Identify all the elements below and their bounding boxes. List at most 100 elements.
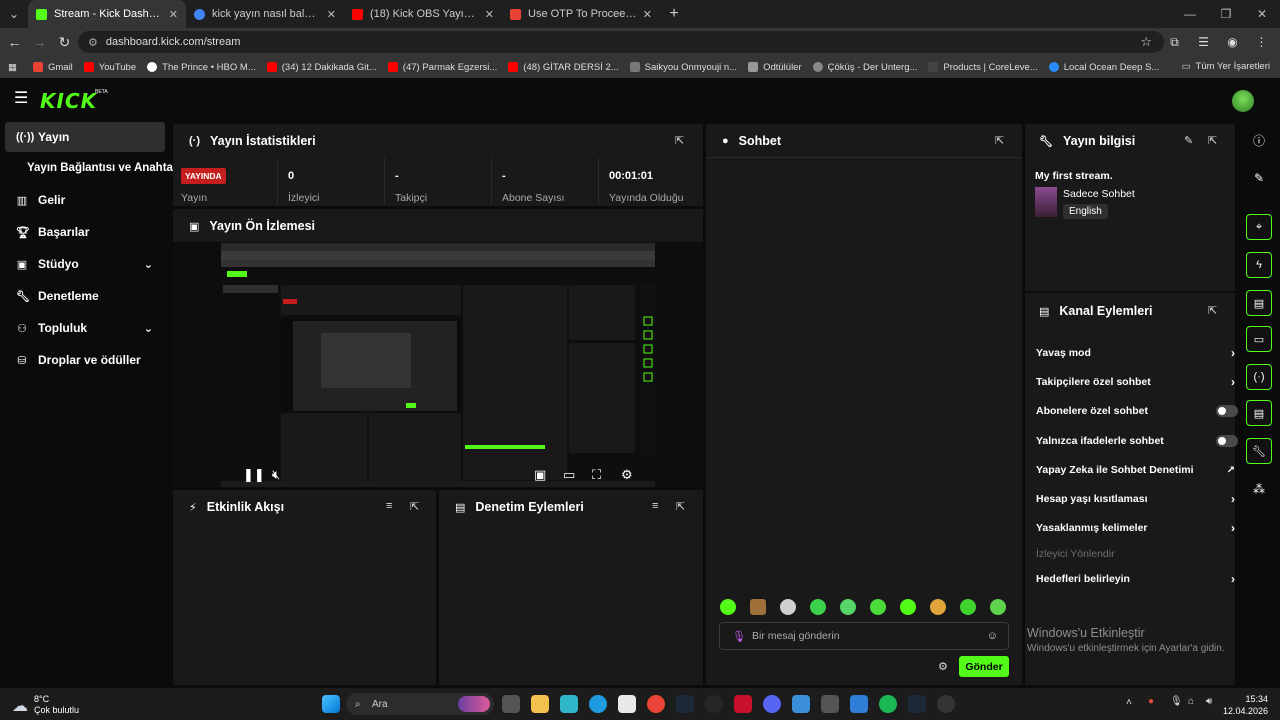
copilot-icon[interactable] xyxy=(560,695,578,713)
microphone-icon[interactable]: 🎙︎ xyxy=(1170,696,1183,707)
filter-icon[interactable]: ≡ xyxy=(386,500,392,512)
settings-gear-icon[interactable]: ⚙ xyxy=(621,467,633,483)
bookmark-item[interactable]: Products | CoreLeve... xyxy=(928,62,1038,73)
store-icon[interactable] xyxy=(618,695,636,713)
chrome-icon[interactable] xyxy=(647,695,665,713)
emote-icon[interactable] xyxy=(780,599,796,615)
document-icon[interactable]: ▤ xyxy=(1246,290,1272,316)
close-icon[interactable]: ✕ xyxy=(327,8,336,21)
hamburger-menu-icon[interactable]: ☰ xyxy=(14,91,28,107)
task-view-icon[interactable] xyxy=(502,695,520,713)
edge-icon[interactable] xyxy=(589,695,607,713)
action-ai-moderation[interactable]: Yapay Zeka ile Sohbet Denetimi ↗ xyxy=(1036,464,1235,476)
tab-youtube[interactable]: (18) Kick OBS Yayın Ayarları Nas ✕ xyxy=(344,0,502,28)
steam-icon[interactable] xyxy=(908,695,926,713)
fullscreen-icon[interactable]: ⛶ xyxy=(592,467,601,483)
sidebar-item-studyo[interactable]: ▣ Stüdyo ⌄ xyxy=(5,249,165,279)
app-icon[interactable] xyxy=(937,695,955,713)
bookmark-item[interactable]: (47) Parmak Egzersi... xyxy=(387,62,497,73)
discord-icon[interactable] xyxy=(763,695,781,713)
pip-icon[interactable]: ▣ xyxy=(534,467,546,483)
edit-pencil-icon[interactable]: ✎ xyxy=(1184,134,1193,147)
popout-icon[interactable]: ⇱ xyxy=(410,500,419,513)
reading-list-icon[interactable]: ☰ xyxy=(1189,35,1218,49)
connections-icon[interactable]: ⁂ xyxy=(1246,476,1272,502)
bookmark-item[interactable]: The Prince • HBO M... xyxy=(147,62,256,73)
taskbar-search[interactable]: ⌕ Ara xyxy=(346,693,494,715)
bookmark-item[interactable]: YouTube xyxy=(83,62,136,73)
tab-google-search[interactable]: kick yayın nasıl balatırılır - Goog ✕ xyxy=(186,0,344,28)
microphone-icon[interactable]: 🎙︎ xyxy=(732,630,746,643)
actions-icon[interactable]: ▤ xyxy=(1246,400,1272,426)
windows-start-icon[interactable] xyxy=(322,695,340,713)
send-button[interactable]: Gönder xyxy=(959,656,1009,677)
emote-icon[interactable] xyxy=(720,599,736,615)
sidebar-item-gelir[interactable]: ▥ Gelir xyxy=(5,185,165,215)
mute-icon[interactable]: 🔇︎ xyxy=(272,467,280,483)
adobe-icon[interactable] xyxy=(734,695,752,713)
emote-icon[interactable] xyxy=(960,599,976,615)
minimize-icon[interactable]: — xyxy=(1172,0,1208,28)
reload-icon[interactable]: ↻ xyxy=(52,34,77,51)
spotify-icon[interactable] xyxy=(879,695,897,713)
close-icon[interactable]: ✕ xyxy=(643,8,652,21)
tab-kick-dashboard[interactable]: Stream - Kick Dashboard ✕ xyxy=(28,0,186,28)
lightning-icon[interactable]: ϟ xyxy=(1246,252,1272,278)
bookmark-item[interactable]: (34) 12 Dakikada Git... xyxy=(266,62,377,73)
new-tab-button[interactable]: + xyxy=(660,5,688,23)
bookmark-item[interactable]: Çöküş - Der Unterg... xyxy=(812,62,917,73)
action-account-age[interactable]: Hesap yaşı kısıtlaması › xyxy=(1036,492,1235,506)
steam-icon[interactable] xyxy=(676,695,694,713)
chevron-up-icon[interactable]: ˄ xyxy=(1126,697,1132,708)
maximize-icon[interactable]: ❐ xyxy=(1208,0,1244,28)
tab-search-icon[interactable]: ⌄ xyxy=(0,0,28,28)
emote-icon[interactable] xyxy=(990,599,1006,615)
action-followers-only[interactable]: Takipçilere özel sohbet › xyxy=(1036,375,1235,389)
extensions-icon[interactable]: ⧉ xyxy=(1160,35,1189,50)
bookmark-item[interactable]: Odtülüler xyxy=(748,62,802,73)
bookmark-item[interactable]: Saikyou Onmyouji n... xyxy=(629,62,737,73)
sidebar-item-yayin[interactable]: ((·)) Yayın xyxy=(5,122,165,152)
clip-icon[interactable]: ⌖ xyxy=(1246,214,1272,240)
emote-icon[interactable] xyxy=(900,599,916,615)
popout-icon[interactable]: ⇱ xyxy=(676,500,685,513)
chat-bubble-icon[interactable]: ▭ xyxy=(1246,326,1272,352)
popout-icon[interactable]: ⇱ xyxy=(995,134,1004,147)
emote-icon[interactable] xyxy=(840,599,856,615)
close-window-icon[interactable]: ✕ xyxy=(1244,0,1280,28)
url-input[interactable]: ⚙ dashboard.kick.com/stream ☆ xyxy=(78,31,1164,53)
back-icon[interactable]: ← xyxy=(2,34,27,50)
theater-icon[interactable]: ▭ xyxy=(563,467,575,483)
sidebar-item-droplar[interactable]: ⛁ Droplar ve ödüller xyxy=(5,345,165,375)
action-goals[interactable]: Hedefleri belirleyin › xyxy=(1036,572,1235,586)
popout-icon[interactable]: ⇱ xyxy=(1208,304,1217,317)
apps-grid-icon[interactable]: ▦ xyxy=(8,62,17,73)
close-icon[interactable]: ✕ xyxy=(169,8,178,21)
emote-icon[interactable] xyxy=(870,599,886,615)
bookmark-item[interactable]: Gmail xyxy=(32,62,73,73)
sidebar-item-basarilar[interactable]: 🏆︎ Başarılar xyxy=(5,217,165,247)
vscode-icon[interactable] xyxy=(850,695,868,713)
emote-icon[interactable] xyxy=(930,599,946,615)
sidebar-item-topluluk[interactable]: ⚇ Topluluk ⌄ xyxy=(5,313,165,343)
category-name[interactable]: Sadece Sohbet xyxy=(1063,188,1135,200)
sidebar-sub-stream-key[interactable]: Yayın Bağlantısı ve Anahtarı xyxy=(27,162,181,174)
tray-app-icon[interactable]: ● xyxy=(1148,696,1154,707)
filter-icon[interactable]: ≡ xyxy=(652,500,658,512)
popout-icon[interactable]: ⇱ xyxy=(1208,134,1217,147)
emote-icon[interactable] xyxy=(810,599,826,615)
volume-icon[interactable]: 🔊︎ xyxy=(1206,696,1212,707)
bookmark-item[interactable]: Local Ocean Deep S... xyxy=(1048,62,1159,73)
app-icon[interactable] xyxy=(821,695,839,713)
broadcast-icon[interactable]: (·) xyxy=(1246,364,1272,390)
edit-pencil-icon[interactable]: ✎ xyxy=(1246,165,1272,191)
info-icon[interactable]: ⓘ xyxy=(1246,127,1272,153)
action-slow-mode[interactable]: Yavaş mod › xyxy=(1036,346,1235,360)
emotes-only-toggle[interactable] xyxy=(1216,435,1238,447)
kick-logo[interactable]: KICK xyxy=(40,89,97,113)
bookmark-star-icon[interactable]: ☆ xyxy=(1140,34,1152,50)
sidebar-item-denetleme[interactable]: 🔧︎ Denetleme xyxy=(5,281,165,311)
network-icon[interactable]: ⌂ xyxy=(1188,696,1194,707)
pause-icon[interactable]: ❚❚ xyxy=(243,467,265,483)
emote-icon[interactable] xyxy=(750,599,766,615)
